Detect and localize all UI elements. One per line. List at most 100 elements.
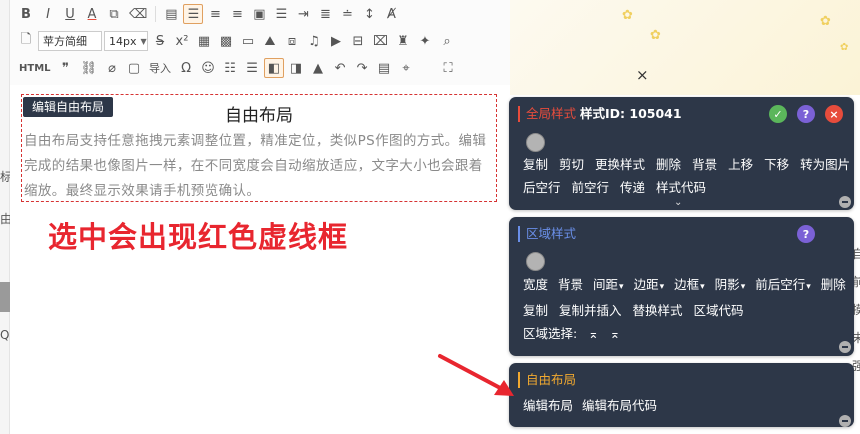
float-right-icon[interactable]: ◨ <box>286 58 306 78</box>
border-dropdown[interactable]: 边框 <box>674 273 705 299</box>
change-style-button[interactable]: 更换样式 <box>595 153 645 176</box>
float-left-icon[interactable]: ◧ <box>264 58 285 78</box>
table-icon[interactable]: ▦ <box>194 31 214 51</box>
music-icon[interactable]: ♫ <box>304 31 324 51</box>
stamp-icon[interactable]: ♜ <box>393 31 413 51</box>
justify-icon[interactable]: ☰ <box>271 4 291 24</box>
line-spacing-icon[interactable]: ↕ <box>359 4 379 24</box>
align-right-icon[interactable]: ≡ <box>227 4 247 24</box>
select-parent-icon[interactable]: ⌅ <box>588 322 598 345</box>
delete-button[interactable]: 删除 <box>656 153 681 176</box>
convert-to-image-button[interactable]: 转为图片 <box>800 153 850 176</box>
move-down-button[interactable]: 下移 <box>764 153 789 176</box>
text-background-icon[interactable]: ▤ <box>161 4 181 24</box>
edit-layout-button[interactable]: 编辑布局 <box>523 394 573 417</box>
collapse-icon[interactable] <box>839 196 851 208</box>
background-button[interactable]: 背景 <box>692 153 717 176</box>
copy-and-insert-button[interactable]: 复制并插入 <box>559 299 622 322</box>
clear-format-icon[interactable]: ⌫ <box>126 4 150 24</box>
width-button[interactable]: 宽度 <box>523 273 548 299</box>
pass-button[interactable]: 传递 <box>620 176 645 199</box>
flower-decoration-icon: ✿ <box>820 14 831 29</box>
indent-icon[interactable]: ⇥ <box>293 4 313 24</box>
cut-button[interactable]: 剪切 <box>559 153 584 176</box>
font-size-select[interactable]: 14px ▼ <box>104 31 148 51</box>
gallery-icon[interactable]: ⧈ <box>282 31 302 51</box>
copy-button[interactable]: 复制 <box>523 299 548 322</box>
global-style-panel: 全局样式 样式ID: 105041 ✓ ? × 复制 剪切 更换样式 删除 背景 … <box>509 97 854 210</box>
padding-dropdown[interactable]: 边距 <box>634 273 665 299</box>
copy-button[interactable]: 复制 <box>523 153 548 176</box>
strikethrough-icon[interactable]: S̶ <box>150 31 170 51</box>
toolbar-divider <box>155 6 157 22</box>
font-color-icon[interactable]: A <box>82 4 102 24</box>
replace-style-button[interactable]: 替换样式 <box>633 299 683 322</box>
html-button[interactable]: HTML <box>16 58 54 78</box>
italic-icon[interactable]: I <box>38 4 58 24</box>
underline-icon[interactable]: U <box>60 4 80 24</box>
area-code-button[interactable]: 区域代码 <box>694 299 744 322</box>
paragraph-spacing-icon[interactable]: ≐ <box>337 4 357 24</box>
blank-line-after-button[interactable]: 后空行 <box>523 176 561 199</box>
picture-icon[interactable]: ⛰ <box>260 31 280 51</box>
location-icon[interactable]: ⌖ <box>396 58 416 78</box>
blank-line-before-button[interactable]: 前空行 <box>572 176 610 199</box>
layout-icon[interactable]: ▤ <box>374 58 394 78</box>
close-icon[interactable]: × <box>636 66 649 84</box>
font-family-select[interactable]: 苹方简细 <box>38 31 102 51</box>
video-icon[interactable]: ▶ <box>326 31 346 51</box>
import-button[interactable]: 导入 <box>146 58 174 78</box>
sidebar-fragment: 标 <box>0 170 10 184</box>
border-icon[interactable]: ▣ <box>249 4 269 24</box>
style-code-button[interactable]: 样式代码 <box>656 176 706 199</box>
format-painter-icon[interactable]: ⧉ <box>104 4 124 24</box>
close-panel-icon[interactable]: × <box>825 105 843 123</box>
move-up-button[interactable]: 上移 <box>728 153 753 176</box>
unlink-icon[interactable]: ⌀ <box>102 58 122 78</box>
area-actions-row-2: 复制 复制并插入 替换样式 区域代码 <box>523 299 846 322</box>
bulleted-list-icon[interactable]: ☷ <box>220 58 240 78</box>
spacing-icon[interactable]: ≣ <box>315 4 335 24</box>
numbered-list-icon[interactable]: ☰ <box>242 58 262 78</box>
grid-icon[interactable]: ▩ <box>216 31 236 51</box>
divider-icon[interactable]: ⊟ <box>348 31 368 51</box>
flower-decoration-icon: ✿ <box>840 42 849 53</box>
magic-wand-icon[interactable]: ✦ <box>415 31 435 51</box>
chevron-down-icon[interactable]: ⌄ <box>674 197 682 208</box>
thumbs-up-icon[interactable]: ✓ <box>769 105 787 123</box>
document-icon[interactable]: 🗋 <box>16 31 36 51</box>
bold-icon[interactable]: B <box>16 4 36 24</box>
edit-layout-code-button[interactable]: 编辑布局代码 <box>582 394 657 417</box>
link-icon[interactable]: ⛓ <box>78 58 101 78</box>
heading-icon[interactable]: ▲ <box>308 58 328 78</box>
blank-lines-dropdown[interactable]: 前后空行 <box>755 273 811 299</box>
superscript-icon[interactable]: x² <box>172 31 192 51</box>
color-circle-button[interactable] <box>526 133 545 152</box>
redo-icon[interactable]: ↷ <box>352 58 372 78</box>
undo-icon[interactable]: ↶ <box>330 58 350 78</box>
background-decoration: ✿ ✿ ✿ ✿ <box>510 0 860 95</box>
edit-free-layout-tag[interactable]: 编辑自由布局 <box>23 97 114 117</box>
align-center-icon[interactable]: ≡ <box>205 4 225 24</box>
fullscreen-icon[interactable]: ⛶ <box>438 58 458 78</box>
search-icon[interactable]: ⌕ <box>437 31 457 51</box>
emoji-icon[interactable]: ☺ <box>198 58 218 78</box>
template-icon[interactable]: ▢ <box>124 58 144 78</box>
align-left-icon[interactable]: ☰ <box>183 4 204 24</box>
delete-button[interactable]: 删除 <box>821 273 846 299</box>
letter-spacing-icon[interactable]: Ⱥ <box>381 4 401 24</box>
color-circle-button[interactable] <box>526 252 545 271</box>
eraser-icon[interactable]: ⌧ <box>370 31 391 51</box>
spacing-dropdown[interactable]: 间距 <box>593 273 624 299</box>
help-icon[interactable]: ? <box>797 225 815 243</box>
omega-icon[interactable]: Ω <box>176 58 196 78</box>
collapse-icon[interactable] <box>839 415 851 427</box>
quote-icon[interactable]: ❞ <box>56 58 76 78</box>
help-icon[interactable]: ? <box>797 105 815 123</box>
background-button[interactable]: 背景 <box>558 273 583 299</box>
shadow-dropdown[interactable]: 阴影 <box>715 273 746 299</box>
select-child-icon[interactable]: ⌅ <box>610 322 620 345</box>
collapse-icon[interactable] <box>839 341 851 353</box>
flower-decoration-icon: ✿ <box>622 8 633 23</box>
image-icon[interactable]: ▭ <box>238 31 258 51</box>
